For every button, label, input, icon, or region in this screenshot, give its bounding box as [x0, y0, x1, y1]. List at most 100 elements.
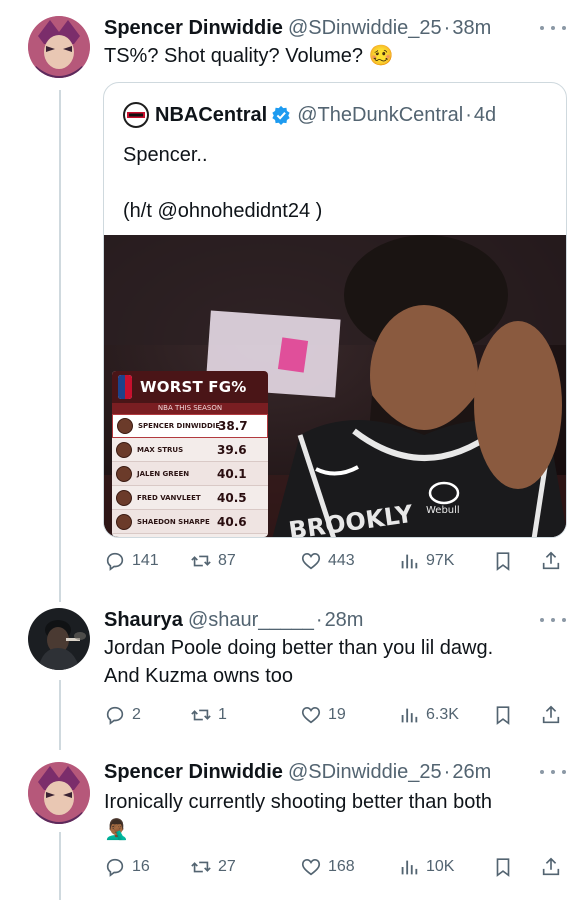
share-button[interactable]	[540, 702, 562, 728]
author-name[interactable]: Spencer Dinwiddie	[104, 761, 283, 784]
bookmark-icon	[496, 552, 510, 571]
more-icon[interactable]	[540, 18, 566, 38]
jersey-sponsor: Webull	[426, 505, 460, 516]
action-bar: 141 87 443 97K	[104, 548, 566, 574]
quote-header: NBACentral @TheDunkCentral · 4d	[123, 101, 496, 129]
reply-button[interactable]: 141	[104, 548, 159, 574]
more-icon[interactable]	[540, 610, 566, 630]
like-button[interactable]: 168	[300, 854, 355, 880]
like-icon	[301, 553, 321, 570]
quote-avatar	[123, 102, 149, 128]
views-count: 10K	[426, 858, 455, 875]
share-icon	[542, 551, 560, 570]
share-button[interactable]	[540, 854, 562, 880]
stat-card: WORST FG% NBA THIS SEASON SPENCER DINWID…	[112, 371, 268, 537]
player-headshot-icon	[116, 489, 132, 506]
card-header: WORST FG%	[112, 371, 268, 403]
author-name[interactable]: Shaurya	[104, 609, 183, 632]
reply-icon	[106, 706, 124, 725]
action-bar: 16 27 168 10K	[104, 854, 566, 880]
player-fg-value: 38.7	[218, 419, 248, 433]
quote-timestamp: 4d	[473, 103, 497, 126]
views-count: 6.3K	[426, 706, 459, 723]
reply-icon	[106, 552, 124, 571]
views-button[interactable]: 97K	[398, 548, 454, 574]
repost-icon	[191, 555, 211, 567]
player-fg-value: 39.6	[217, 442, 247, 457]
player-headshot-icon	[117, 418, 133, 434]
like-count: 19	[328, 706, 346, 723]
author-handle[interactable]: @SDinwiddie_25	[288, 17, 442, 40]
player-headshot-icon	[116, 465, 132, 482]
author-handle[interactable]: @SDinwiddie_25	[288, 761, 442, 784]
reply-button[interactable]: 16	[104, 854, 150, 880]
card-row: MAX STRUS 39.6	[112, 438, 268, 462]
media-image[interactable]: BROOKLY Webull WORST FG% NBA THIS SEASON…	[104, 235, 566, 537]
like-button[interactable]: 443	[300, 548, 355, 574]
action-bar: 2 1 19 6.3K	[104, 702, 566, 728]
share-icon	[542, 705, 560, 724]
repost-button[interactable]: 87	[190, 548, 236, 574]
repost-count: 1	[218, 706, 227, 723]
reply-icon	[106, 858, 124, 877]
quote-tweet[interactable]: NBACentral @TheDunkCentral · 4d Spencer.…	[103, 82, 567, 538]
verified-icon	[272, 105, 290, 125]
player-fg-value: 40.5	[217, 490, 247, 505]
player-fg-value: 40.6	[217, 514, 247, 529]
like-count: 168	[328, 858, 355, 875]
views-icon	[401, 554, 418, 569]
card-row: SHAEDON SHARPE 40.6	[112, 510, 268, 534]
more-icon[interactable]	[540, 762, 566, 782]
card-row: SPENCER DINWIDDIE 38.7	[112, 414, 268, 438]
player-fg-value: 40.1	[217, 466, 247, 481]
card-subtitle: NBA THIS SEASON	[112, 403, 268, 414]
player-headshot-icon	[116, 513, 132, 530]
views-count: 97K	[426, 552, 455, 569]
card-row: JALEN GREEN 40.1	[112, 462, 268, 486]
views-icon	[401, 708, 418, 723]
separator: ·	[443, 760, 451, 783]
timestamp[interactable]: 28m	[325, 609, 364, 632]
repost-button[interactable]: 27	[190, 854, 236, 880]
bookmark-icon	[496, 858, 510, 877]
reply-button[interactable]: 2	[104, 702, 141, 728]
tweet-text: TS%? Shot quality? Volume? 🥴	[104, 45, 394, 67]
views-button[interactable]: 6.3K	[398, 702, 459, 728]
avatar[interactable]	[28, 16, 90, 78]
nba-logo-icon	[118, 375, 132, 399]
player-headshot-icon	[116, 441, 132, 458]
tweet-header: Spencer Dinwiddie @SDinwiddie_25 · 26m	[104, 758, 491, 786]
share-button[interactable]	[540, 548, 562, 574]
separator: ·	[443, 16, 451, 39]
views-icon	[401, 860, 418, 875]
like-count: 443	[328, 552, 355, 569]
timestamp[interactable]: 26m	[452, 761, 491, 784]
author-name[interactable]: Spencer Dinwiddie	[104, 17, 283, 40]
separator: ·	[465, 103, 472, 126]
bookmark-button[interactable]	[492, 548, 514, 574]
reply-count: 2	[132, 706, 141, 723]
player-name: SHAEDON SHARPE	[137, 517, 210, 526]
quote-author-name: NBACentral	[155, 103, 268, 126]
bookmark-icon	[496, 706, 510, 725]
tweet-header: Spencer Dinwiddie @SDinwiddie_25 · 38m	[104, 14, 491, 42]
thread-line-end	[59, 832, 61, 900]
player-name: SPENCER DINWIDDIE	[138, 422, 221, 430]
bookmark-button[interactable]	[492, 854, 514, 880]
avatar[interactable]	[28, 608, 90, 670]
repost-button[interactable]: 1	[190, 702, 227, 728]
repost-count: 27	[218, 858, 236, 875]
avatar[interactable]	[28, 762, 90, 824]
thread-line-top	[59, 90, 61, 602]
tweet-text: Ironically currently shooting better tha…	[104, 791, 492, 841]
reply-count: 16	[132, 858, 150, 875]
tweet-text: Jordan Poole doing better than you lil d…	[104, 637, 494, 687]
timestamp[interactable]: 38m	[452, 17, 491, 40]
views-button[interactable]: 10K	[398, 854, 454, 880]
card-row: FRED VANVLEET 40.5	[112, 486, 268, 510]
bookmark-button[interactable]	[492, 702, 514, 728]
player-name: FRED VANVLEET	[137, 493, 201, 502]
reply-count: 141	[132, 552, 159, 569]
like-button[interactable]: 19	[300, 702, 346, 728]
author-handle[interactable]: @shaur_____	[188, 609, 314, 632]
